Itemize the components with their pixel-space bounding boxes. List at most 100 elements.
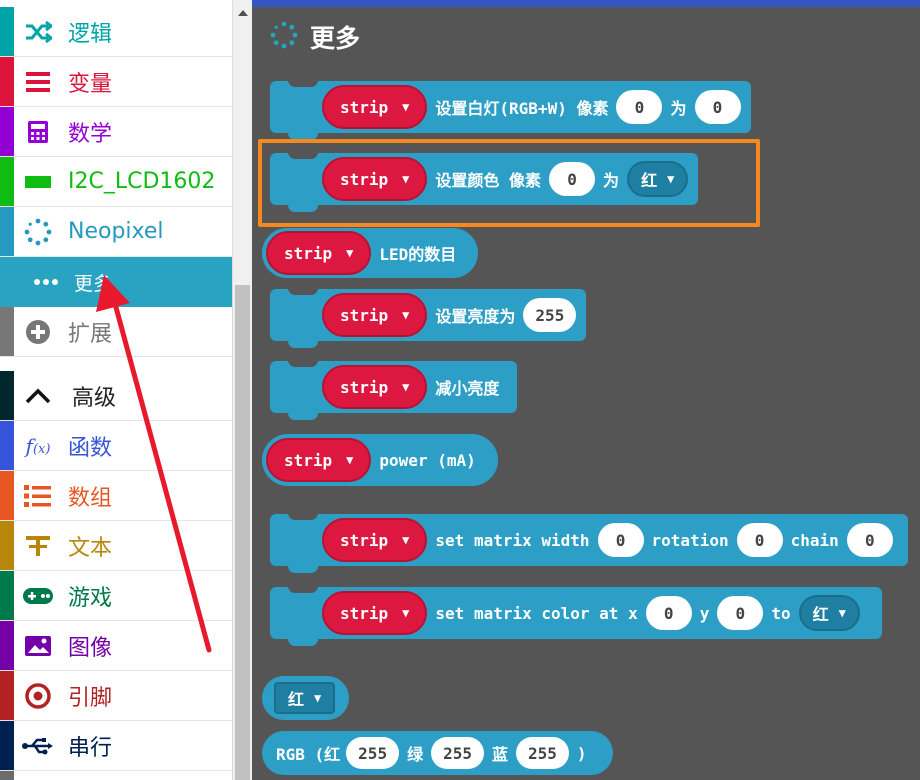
category-color-bar bbox=[0, 157, 14, 206]
block-text: 减小亮度 bbox=[435, 379, 500, 398]
gamepad-icon bbox=[22, 583, 54, 609]
scroll-up-arrow-icon[interactable] bbox=[238, 10, 248, 16]
y-input[interactable]: 0 bbox=[717, 596, 764, 630]
toolbox-sidebar: 逻辑 变量 数学 I2C_LCD1602 Neopixel 更多 扩展 高级 f… bbox=[0, 0, 235, 780]
category-math[interactable]: 数学 bbox=[0, 107, 232, 157]
category-serial[interactable]: 串行 bbox=[0, 721, 232, 771]
dropdown-value: strip bbox=[340, 603, 389, 623]
pixel-index-input[interactable]: 0 bbox=[616, 90, 663, 124]
highlight-box bbox=[258, 139, 760, 227]
strip-variable-dropdown[interactable]: strip ▼ bbox=[322, 591, 428, 635]
category-color-bar bbox=[0, 571, 14, 620]
plus-circle-icon bbox=[22, 319, 54, 345]
category-advanced[interactable]: 高级 bbox=[0, 371, 232, 421]
list-lines-icon bbox=[22, 69, 54, 95]
category-label: 函数 bbox=[68, 435, 113, 461]
caret-down-icon: ▼ bbox=[402, 533, 410, 547]
image-icon bbox=[22, 633, 54, 659]
category-label: 串行 bbox=[68, 735, 113, 761]
block-set-matrix-color[interactable]: strip ▼ set matrix color at x 0 y 0 to 红 ▼ bbox=[270, 586, 882, 646]
white-value-input[interactable]: 0 bbox=[694, 90, 741, 124]
block-color-reporter[interactable]: 红 ▼ bbox=[262, 676, 350, 720]
usb-icon bbox=[22, 733, 54, 759]
category-color-bar bbox=[0, 207, 14, 256]
category-text[interactable]: 文本 bbox=[0, 521, 232, 571]
category-label: 高级 bbox=[72, 385, 117, 411]
chain-input[interactable]: 0 bbox=[846, 523, 893, 557]
caret-down-icon: ▼ bbox=[402, 100, 410, 114]
category-functions[interactable]: f(x) 函数 bbox=[0, 421, 232, 471]
sidebar-scrollbar[interactable] bbox=[232, 0, 252, 780]
function-icon: f(x) bbox=[25, 434, 51, 458]
block-text: chain bbox=[790, 530, 839, 550]
matrix-width-input[interactable]: 0 bbox=[597, 523, 644, 557]
color-dropdown[interactable]: 红 ▼ bbox=[274, 682, 336, 714]
category-color-bar bbox=[0, 771, 14, 780]
category-color-bar bbox=[0, 721, 14, 770]
dropdown-value: 红 bbox=[812, 605, 829, 624]
color-dropdown[interactable]: 红 ▼ bbox=[798, 595, 860, 631]
block-ease-brightness[interactable]: strip ▼ 减小亮度 bbox=[270, 360, 518, 420]
blue-value-input[interactable]: 255 bbox=[516, 737, 569, 769]
caret-down-icon: ▼ bbox=[402, 606, 410, 620]
calculator-icon bbox=[22, 119, 54, 145]
block-text: RGB (红 bbox=[276, 745, 341, 764]
category-images[interactable]: 图像 bbox=[0, 621, 232, 671]
caret-down-icon: ▼ bbox=[314, 691, 322, 705]
category-label: 数组 bbox=[68, 485, 113, 511]
block-set-brightness[interactable]: strip ▼ 设置亮度为 255 bbox=[270, 288, 587, 348]
block-rgb-reporter[interactable]: RGB (红 255 绿 255 蓝 255 ) bbox=[262, 731, 613, 775]
green-value-input[interactable]: 255 bbox=[431, 737, 484, 769]
subcategory-more[interactable]: 更多 bbox=[0, 257, 232, 307]
dropdown-value: strip bbox=[284, 243, 333, 263]
category-color-bar bbox=[0, 7, 14, 56]
category-pins[interactable]: 引脚 bbox=[0, 671, 232, 721]
block-set-matrix-width[interactable]: strip ▼ set matrix width 0 rotation 0 cha… bbox=[270, 513, 908, 573]
scrollbar-thumb[interactable] bbox=[235, 285, 250, 780]
block-text: rotation bbox=[651, 530, 729, 550]
dropdown-value: 红 bbox=[288, 690, 305, 709]
category-color-bar bbox=[0, 471, 14, 520]
category-color-bar bbox=[0, 307, 14, 356]
category-logic[interactable]: 逻辑 bbox=[0, 7, 232, 57]
category-color-bar bbox=[0, 57, 14, 106]
caret-down-icon: ▼ bbox=[838, 606, 846, 620]
category-game[interactable]: 游戏 bbox=[0, 571, 232, 621]
category-label: 图像 bbox=[68, 635, 113, 661]
dropdown-value: strip bbox=[340, 97, 389, 117]
x-input[interactable]: 0 bbox=[645, 596, 692, 630]
block-text: to bbox=[771, 603, 791, 623]
flyout-title: 更多 bbox=[310, 24, 361, 53]
category-arrays[interactable]: 数组 bbox=[0, 471, 232, 521]
category-next-partial bbox=[0, 771, 232, 780]
block-power-ma[interactable]: strip ▼ power (mA) bbox=[262, 434, 498, 486]
category-color-bar bbox=[0, 621, 14, 670]
category-label: 游戏 bbox=[68, 585, 113, 611]
category-extensions[interactable]: 扩展 bbox=[0, 307, 232, 357]
category-i2c-lcd1602[interactable]: I2C_LCD1602 bbox=[0, 157, 232, 207]
category-label: 逻辑 bbox=[68, 21, 113, 47]
strip-variable-dropdown[interactable]: strip ▼ bbox=[322, 365, 428, 409]
rectangle-icon bbox=[22, 169, 54, 195]
rotation-input[interactable]: 0 bbox=[736, 523, 783, 557]
category-color-bar bbox=[0, 671, 14, 720]
block-led-count[interactable]: strip ▼ LED的数目 bbox=[262, 228, 479, 278]
block-text: 设置白灯(RGB+W) 像素 bbox=[435, 99, 609, 118]
block-set-white-pixel[interactable]: strip ▼ 设置白灯(RGB+W) 像素 0 为 0 bbox=[270, 80, 751, 140]
block-text: 设置亮度为 bbox=[435, 307, 516, 326]
caret-down-icon: ▼ bbox=[346, 246, 354, 260]
brightness-input[interactable]: 255 bbox=[523, 298, 577, 332]
strip-variable-dropdown[interactable]: strip ▼ bbox=[322, 518, 428, 562]
category-neopixel[interactable]: Neopixel bbox=[0, 207, 232, 257]
category-variables[interactable]: 变量 bbox=[0, 57, 232, 107]
block-text: set matrix color at x bbox=[435, 603, 638, 623]
strip-variable-dropdown[interactable]: strip ▼ bbox=[322, 293, 428, 337]
red-value-input[interactable]: 255 bbox=[346, 737, 400, 769]
strip-variable-dropdown[interactable]: strip ▼ bbox=[266, 231, 372, 275]
category-label: 扩展 bbox=[68, 321, 113, 347]
strip-variable-dropdown[interactable]: strip ▼ bbox=[266, 438, 372, 482]
dropdown-value: strip bbox=[340, 305, 389, 325]
strip-variable-dropdown[interactable]: strip ▼ bbox=[322, 85, 428, 129]
dotted-circle-icon bbox=[270, 21, 298, 53]
target-icon bbox=[22, 683, 54, 709]
